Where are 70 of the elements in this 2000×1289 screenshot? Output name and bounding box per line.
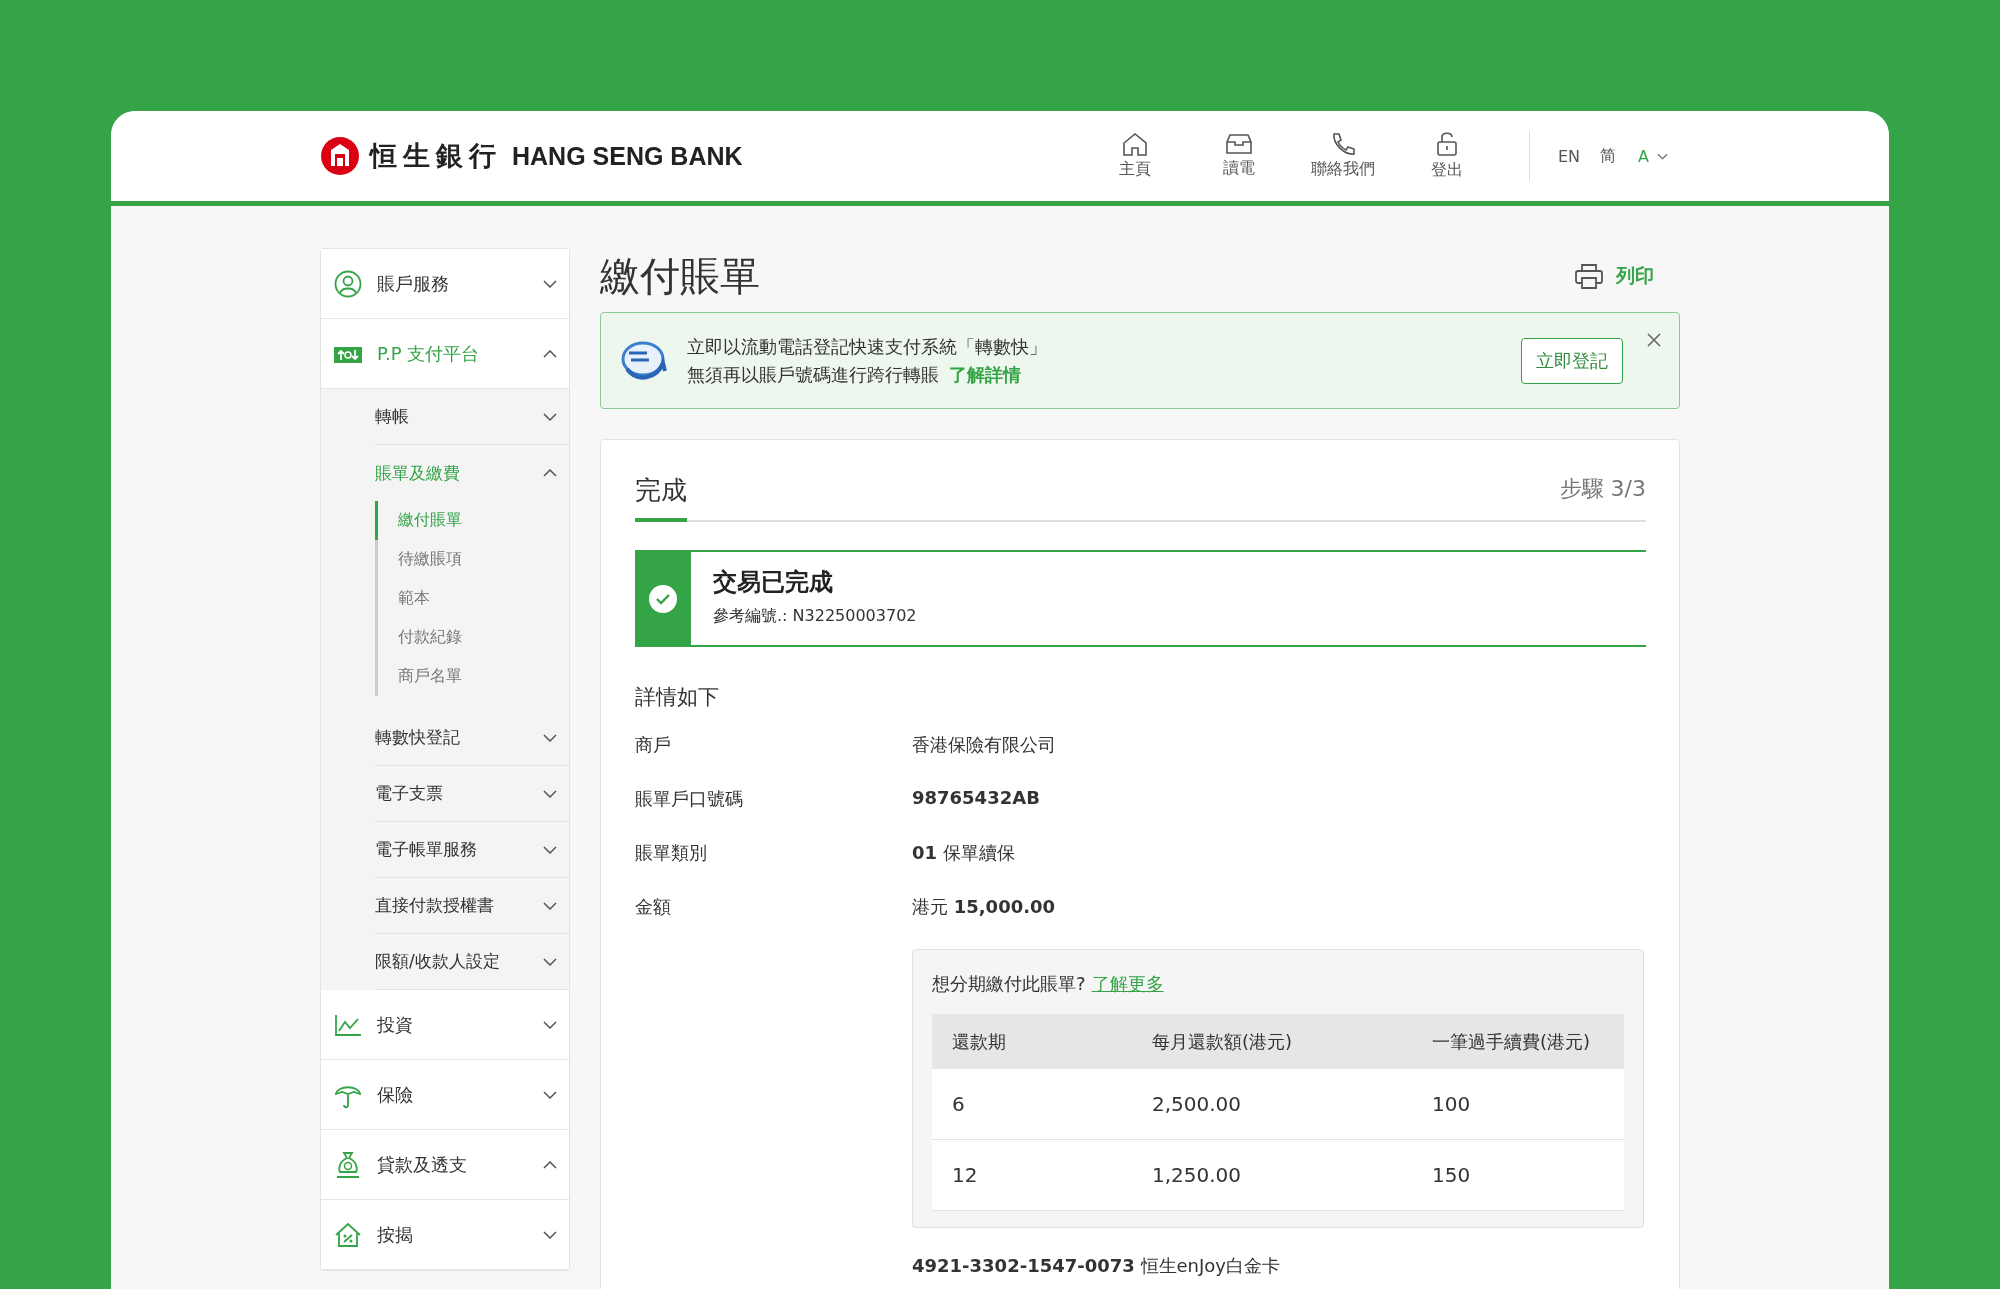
caret-down-icon — [543, 733, 557, 742]
caret-down-icon — [543, 412, 557, 421]
installment-question: 想分期繳付此賬單? — [932, 973, 1086, 994]
line-chart-icon — [333, 1012, 363, 1037]
table-cell: 12 — [932, 1139, 1132, 1211]
nav-button[interactable]: 讀電 — [1186, 133, 1291, 179]
payment-account: 4921-3302-1547-0073 恒生enJoy白金卡 — [912, 1254, 1280, 1278]
printer-icon — [1574, 262, 1604, 290]
table-cell: 100 — [1412, 1069, 1624, 1140]
caret-down-icon — [543, 845, 557, 854]
section-heading: 詳情如下 — [635, 684, 720, 711]
step-title: 完成 — [635, 473, 687, 522]
table-cell: 6 — [932, 1069, 1132, 1140]
column-header: 每月還款額(港元) — [1132, 1014, 1412, 1069]
submenu-item[interactable]: 轉帳 — [375, 389, 569, 445]
menu-item[interactable]: 賬戶服務 — [321, 249, 569, 319]
submenu-item[interactable]: 直接付款授權書 — [375, 878, 569, 934]
submenu-item[interactable]: 電子帳單服務 — [375, 822, 569, 878]
bank-name-english: HANG SENG BANK — [512, 141, 743, 171]
table-cell: 1,250.00 — [1132, 1139, 1412, 1211]
reference-number: 參考編號.: N32250003702 — [713, 606, 917, 627]
caret-down-icon — [543, 1090, 557, 1099]
inbox-icon — [1224, 133, 1253, 155]
language-link[interactable]: EN — [1547, 146, 1591, 166]
submenu-item[interactable]: 電子支票 — [375, 766, 569, 822]
nav-button[interactable]: 主頁 — [1082, 132, 1187, 180]
banner-text: 無須再以賬戶號碼進行跨行轉賬 — [687, 363, 939, 385]
caret-down-icon — [543, 279, 557, 288]
detail-value: 01 保單續保 — [912, 841, 1015, 865]
detail-value: 港元 15,000.00 — [912, 895, 1056, 919]
language-link[interactable]: 简 — [1590, 145, 1627, 167]
caret-down-icon — [543, 1020, 557, 1029]
caret-up-icon — [543, 1160, 557, 1169]
home-icon — [1121, 132, 1148, 156]
detail-value: 香港保險有限公司 — [912, 733, 1056, 757]
submenu-link[interactable]: 付款紀錄 — [375, 618, 569, 657]
caret-down-icon — [543, 901, 557, 910]
caret-down-icon — [543, 1230, 557, 1239]
page-title: 繳付賬單 — [600, 251, 760, 301]
result-title: 交易已完成 — [713, 567, 834, 598]
nav-button[interactable]: 登出 — [1394, 131, 1499, 181]
caret-up-icon — [543, 349, 557, 358]
detail-label: 賬單類別 — [635, 841, 708, 865]
detail-label: 賬單戶口號碼 — [635, 787, 744, 811]
user-icon — [333, 269, 363, 298]
submenu-link[interactable]: 待繳賬項 — [375, 540, 569, 579]
close-icon[interactable] — [1647, 333, 1661, 347]
detail-value: 98765432AB — [912, 787, 1040, 808]
step-counter: 步驟 3/3 — [1559, 475, 1646, 503]
unlock-icon — [1435, 131, 1458, 157]
register-button[interactable]: 立即登記 — [1521, 337, 1623, 384]
table-cell: 2,500.00 — [1132, 1069, 1412, 1140]
table-cell: 150 — [1412, 1139, 1624, 1211]
caret-down-icon — [1657, 152, 1668, 160]
caret-down-icon — [543, 789, 557, 798]
column-header: 還款期 — [932, 1014, 1132, 1069]
detail-label: 金額 — [635, 895, 672, 919]
caret-down-icon — [543, 957, 557, 966]
submenu-link[interactable]: 範本 — [375, 579, 569, 618]
bank-logo-icon — [320, 136, 360, 176]
house-percent-icon — [333, 1220, 363, 1249]
submenu-item[interactable]: 轉數快登記 — [375, 710, 569, 766]
column-header: 一筆過手續費(港元) — [1412, 1014, 1624, 1069]
caret-up-icon — [543, 469, 557, 477]
check-icon — [648, 583, 678, 614]
bank-name: 恒生銀行 — [370, 139, 502, 173]
nav-button[interactable]: 聯絡我們 — [1290, 132, 1395, 180]
banner-text: 立即以流動電話登記快速支付系統「轉數快」 — [687, 334, 1048, 359]
submenu-link[interactable]: 商戶名單 — [375, 657, 569, 696]
detail-label: 商戶 — [635, 733, 672, 757]
